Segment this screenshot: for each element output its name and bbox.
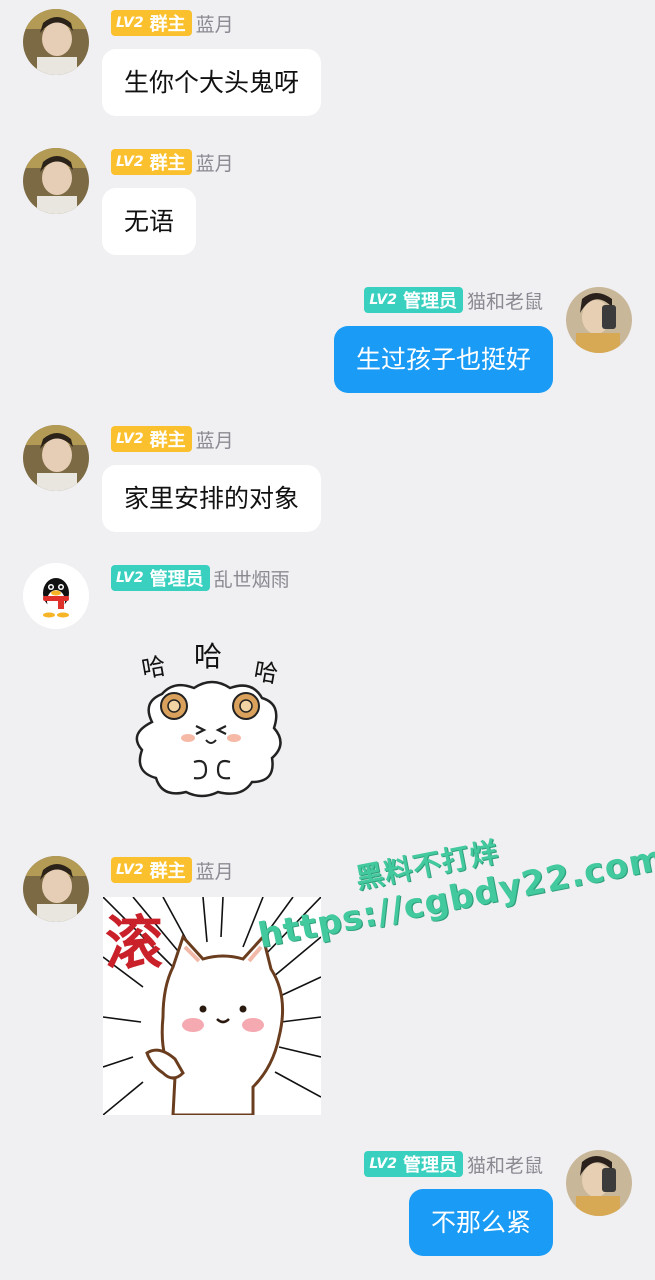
message-bubble[interactable]: 无语 — [102, 188, 197, 255]
sender-meta: LV2 群主 蓝月 — [111, 426, 234, 452]
role-badge: LV2 管理员 — [364, 1151, 463, 1177]
sender-meta: LV2 群主 蓝月 — [111, 149, 234, 175]
role-badge: LV2 群主 — [111, 426, 192, 452]
message-bubble[interactable]: 生你个大头鬼呀 — [102, 49, 322, 116]
avatar-qq-penguin[interactable] — [23, 563, 89, 629]
sender-meta: LV2 群主 蓝月 — [111, 857, 234, 883]
sender-name[interactable]: 蓝月 — [196, 149, 234, 176]
sender-meta: LV2 管理员 乱世烟雨 — [111, 565, 290, 591]
role-badge: LV2 群主 — [111, 149, 192, 175]
sender-meta: LV2 管理员 猫和老鼠 — [364, 1151, 543, 1177]
avatar-lanyue[interactable] — [23, 856, 89, 922]
sticker-text: 滚 — [105, 909, 163, 977]
sender-name[interactable]: 蓝月 — [196, 10, 234, 37]
message-bubble[interactable]: 不那么紧 — [408, 1189, 553, 1256]
sender-name[interactable]: 猫和老鼠 — [467, 1151, 543, 1178]
avatar-maohelaoshu[interactable] — [566, 1150, 632, 1216]
avatar-lanyue[interactable] — [23, 9, 89, 75]
sender-name[interactable]: 蓝月 — [196, 857, 234, 884]
sender-name[interactable]: 蓝月 — [196, 426, 234, 453]
message-bubble[interactable]: 家里安排的对象 — [102, 465, 322, 532]
avatar-lanyue[interactable] — [23, 148, 89, 214]
penguin-icon — [23, 563, 89, 629]
sender-meta: LV2 管理员 猫和老鼠 — [364, 287, 543, 313]
sticker-text: 哈 — [194, 640, 222, 673]
sender-name[interactable]: 猫和老鼠 — [467, 287, 543, 314]
sender-meta: LV2 群主 蓝月 — [111, 10, 234, 36]
sticker-text: 哈 — [252, 657, 280, 689]
role-badge: LV2 管理员 — [364, 287, 463, 313]
message-bubble[interactable]: 生过孩子也挺好 — [333, 326, 553, 393]
role-badge: LV2 群主 — [111, 857, 192, 883]
role-badge: LV2 管理员 — [111, 565, 210, 591]
role-badge: LV2 群主 — [111, 10, 192, 36]
avatar-lanyue[interactable] — [23, 425, 89, 491]
sticker-text: 哈 — [139, 652, 167, 684]
laughing-sheep-sticker[interactable]: 哈 哈 哈 — [122, 632, 297, 807]
sender-name[interactable]: 乱世烟雨 — [214, 565, 290, 592]
avatar-maohelaoshu[interactable] — [566, 287, 632, 353]
